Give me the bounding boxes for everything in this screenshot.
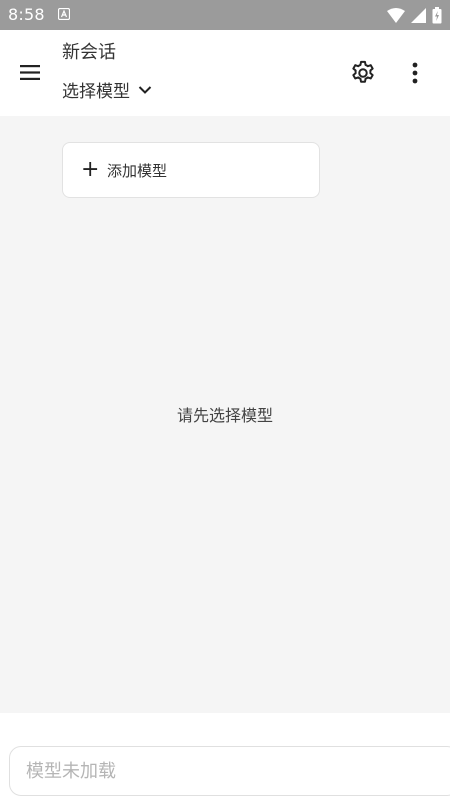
more-vert-icon[interactable] bbox=[405, 59, 425, 87]
app-bar: 新会话 选择模型 bbox=[0, 30, 450, 116]
add-model-button[interactable]: + 添加模型 bbox=[62, 142, 320, 198]
message-input[interactable] bbox=[24, 759, 408, 783]
status-icons bbox=[387, 7, 442, 24]
status-time: 8:58 bbox=[8, 5, 45, 24]
menu-icon[interactable] bbox=[18, 60, 44, 86]
model-select-dropdown[interactable]: 选择模型 bbox=[62, 77, 152, 102]
notification-a-icon bbox=[58, 8, 70, 20]
battery-charging-icon bbox=[432, 7, 442, 24]
gear-icon[interactable] bbox=[349, 59, 377, 87]
status-bar: 8:58 bbox=[0, 0, 450, 30]
chat-area: + 添加模型 请先选择模型 bbox=[0, 116, 450, 713]
add-model-label: 添加模型 bbox=[107, 161, 168, 180]
model-select-label: 选择模型 bbox=[62, 82, 130, 102]
plus-icon: + bbox=[81, 157, 100, 182]
signal-icon bbox=[411, 8, 426, 23]
empty-state-hint: 请先选择模型 bbox=[176, 406, 273, 425]
wifi-icon bbox=[387, 8, 405, 23]
chevron-down-icon bbox=[138, 85, 152, 94]
page-title: 新会话 bbox=[62, 42, 116, 63]
message-input-box[interactable] bbox=[9, 746, 450, 796]
composer-area bbox=[0, 713, 450, 800]
